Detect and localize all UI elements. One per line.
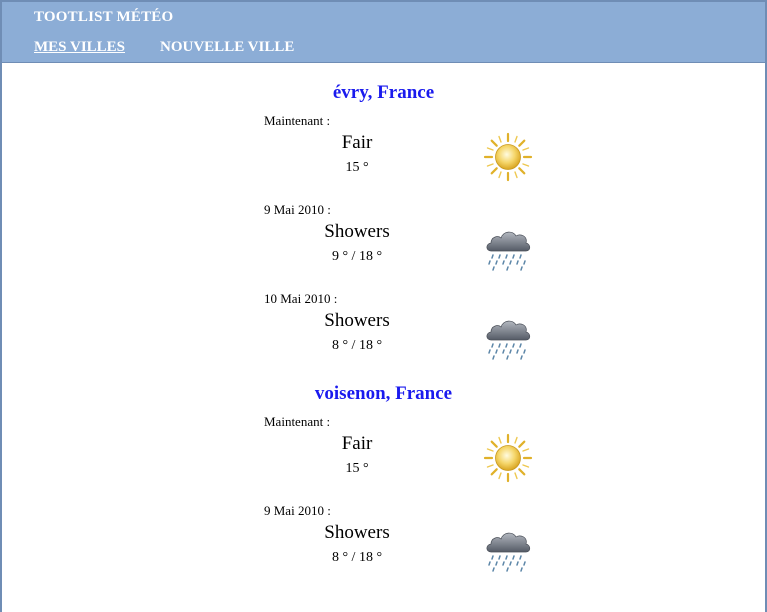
forecast-date: 9 Mai 2010 : — [264, 202, 331, 217]
forecast-condition: Showers — [324, 221, 390, 242]
forecast-condition: Showers — [324, 310, 390, 331]
nav-mes-villes-link[interactable]: MES VILLES — [34, 39, 125, 55]
forecast-condition: Fair — [341, 132, 373, 153]
city-title: évry, France — [332, 82, 435, 103]
forecast-list: évry, France Maintenant : Fair 15 ° 9 Ma… — [2, 63, 765, 588]
forecast-entry: Maintenant : Fair 15 ° — [2, 410, 765, 499]
app-title: TOOTLIST MÉTÉO — [34, 9, 174, 25]
forecast-temperature: 8 ° / 18 ° — [331, 550, 383, 565]
city-title: voisenon, France — [314, 383, 453, 404]
forecast-date: 9 Mai 2010 : — [264, 503, 331, 518]
rain-cloud-icon — [486, 320, 531, 360]
sun-icon — [483, 132, 533, 182]
forecast-date: Maintenant : — [264, 414, 331, 429]
rain-cloud-icon — [486, 532, 531, 572]
forecast-condition: Fair — [341, 433, 373, 454]
forecast-temperature: 15 ° — [345, 160, 369, 175]
forecast-temperature: 15 ° — [345, 461, 369, 476]
rain-cloud-icon — [486, 231, 531, 271]
forecast-condition: Showers — [324, 522, 390, 543]
forecast-date: 10 Mai 2010 : — [264, 291, 338, 306]
nav-nouvelle-ville-link[interactable]: NOUVELLE VILLE — [160, 39, 294, 55]
forecast-entry: 9 Mai 2010 : Showers 9 ° / 18 ° — [2, 198, 765, 287]
forecast-entry: 9 Mai 2010 : Showers 8 ° / 18 ° — [2, 499, 765, 588]
forecast-date: Maintenant : — [264, 113, 331, 128]
forecast-entry: 10 Mai 2010 : Showers 8 ° / 18 ° — [2, 287, 765, 376]
forecast-entry: Maintenant : Fair 15 ° — [2, 109, 765, 198]
forecast-temperature: 9 ° / 18 ° — [331, 249, 383, 264]
browser-page: TOOTLIST MÉTÉO MES VILLES NOUVELLE VILLE… — [2, 2, 765, 612]
city-section: voisenon, France Maintenant : Fair 15 ° — [2, 378, 765, 588]
app-header: TOOTLIST MÉTÉO MES VILLES NOUVELLE VILLE — [2, 2, 765, 63]
city-section: évry, France Maintenant : Fair 15 ° 9 Ma… — [2, 77, 765, 376]
forecast-temperature: 8 ° / 18 ° — [331, 338, 383, 353]
main-nav: MES VILLES NOUVELLE VILLE — [34, 38, 325, 56]
sun-icon — [483, 433, 533, 483]
